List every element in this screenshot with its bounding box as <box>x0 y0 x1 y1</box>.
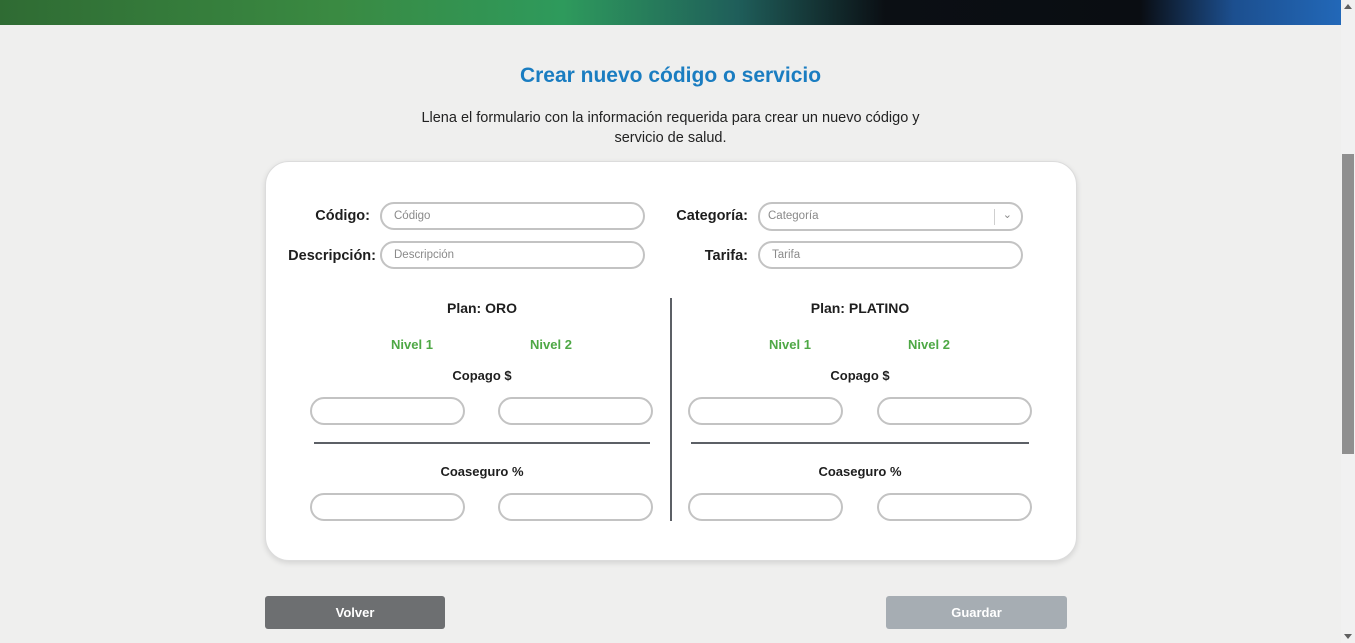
codigo-label: Código: <box>315 208 370 224</box>
form-card: Código: Categoría: Categoría ⌄ Descripci… <box>265 161 1077 561</box>
volver-button[interactable]: Volver <box>265 596 445 629</box>
scrollbar-thumb[interactable] <box>1342 154 1354 454</box>
scroll-down-arrow-icon[interactable] <box>1344 634 1352 639</box>
tarifa-label: Tarifa: <box>704 248 748 264</box>
plan-oro-copago-nivel-2-input[interactable] <box>498 397 653 425</box>
plan-oro-copago-nivel-1-input[interactable] <box>310 397 465 425</box>
chevron-down-icon[interactable]: ⌄ <box>1003 208 1012 221</box>
page-subtitle: Llena el formulario con la información r… <box>421 110 920 146</box>
categoria-placeholder: Categoría <box>768 210 819 222</box>
guardar-button[interactable]: Guardar <box>886 596 1067 629</box>
header-banner-image <box>0 0 1341 25</box>
plan-platino-copago-label: Copago $ <box>830 368 890 383</box>
plan-platino-nivel-1: Nivel 1 <box>769 337 811 352</box>
page-scrollbar[interactable] <box>1341 0 1355 643</box>
page-title: Crear nuevo código o servicio <box>519 64 822 87</box>
select-separator <box>994 209 995 225</box>
codigo-input[interactable] <box>380 202 645 230</box>
plan-oro-title: Plan: ORO <box>446 300 517 316</box>
descripcion-label: Descripción: <box>288 248 376 264</box>
categoria-select[interactable]: Categoría ⌄ <box>758 202 1023 231</box>
plan-platino-title: Plan: PLATINO <box>810 300 910 316</box>
plan-platino-nivel-2: Nivel 2 <box>908 337 950 352</box>
plan-oro-coaseguro-nivel-1-input[interactable] <box>310 493 465 521</box>
plan-platino-divider <box>691 442 1029 444</box>
plan-oro-nivel-2: Nivel 2 <box>530 337 572 352</box>
plan-oro-nivel-1: Nivel 1 <box>391 337 433 352</box>
categoria-label: Categoría: <box>676 208 748 224</box>
plan-platino-copago-nivel-1-input[interactable] <box>688 397 843 425</box>
plan-platino-coaseguro-label: Coaseguro % <box>818 464 902 479</box>
plan-platino-coaseguro-nivel-2-input[interactable] <box>877 493 1032 521</box>
descripcion-input[interactable] <box>380 241 645 269</box>
plan-platino-coaseguro-nivel-1-input[interactable] <box>688 493 843 521</box>
tarifa-input[interactable] <box>758 241 1023 269</box>
plan-oro-divider <box>314 442 650 444</box>
plan-oro-copago-label: Copago $ <box>452 368 512 383</box>
scroll-up-arrow-icon[interactable] <box>1344 4 1352 9</box>
plan-oro-coaseguro-nivel-2-input[interactable] <box>498 493 653 521</box>
plan-platino-copago-nivel-2-input[interactable] <box>877 397 1032 425</box>
plan-oro-coaseguro-label: Coaseguro % <box>440 464 524 479</box>
plans-vertical-divider <box>670 298 672 521</box>
